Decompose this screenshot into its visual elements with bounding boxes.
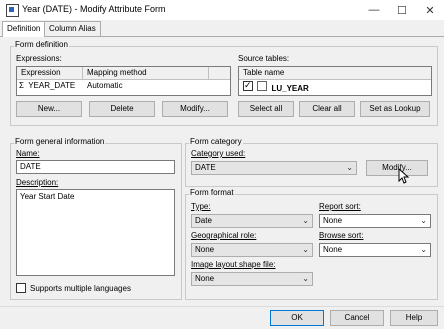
modify-expression-button[interactable]: Modify... <box>162 101 228 117</box>
form-definition-label: Form definition <box>14 40 69 49</box>
supports-multiple-languages[interactable]: Supports multiple languages <box>16 283 131 293</box>
browse-sort-value: None <box>323 245 343 254</box>
chevron-down-icon: ⌄ <box>420 245 427 254</box>
type-value: Date <box>195 216 212 225</box>
category-used-select[interactable]: DATE ⌄ <box>191 161 357 175</box>
supports-multiple-languages-checkbox[interactable] <box>16 283 26 293</box>
geo-role-select[interactable]: None ⌄ <box>191 243 313 257</box>
table-icon <box>257 81 268 91</box>
image-layout-select[interactable]: None ⌄ <box>191 272 313 286</box>
name-input[interactable]: DATE <box>16 160 175 174</box>
mapping-value: Automatic <box>87 81 123 90</box>
chevron-down-icon: ⌄ <box>420 216 427 225</box>
chevron-down-icon: ⌄ <box>302 274 309 283</box>
app-icon <box>6 4 19 17</box>
geo-role-label: Geographical role: <box>191 231 257 240</box>
mouse-cursor-icon <box>398 168 410 184</box>
column-header-table-name[interactable]: Table name <box>239 67 419 79</box>
clear-all-button[interactable]: Clear all <box>299 101 355 117</box>
modify-category-button[interactable]: Modify... <box>366 160 428 176</box>
name-label: Name: <box>16 149 40 158</box>
image-layout-label: Image layout shape file: <box>191 260 276 269</box>
select-all-button[interactable]: Select all <box>238 101 294 117</box>
type-select[interactable]: Date ⌄ <box>191 214 313 228</box>
report-sort-select[interactable]: None ⌄ <box>319 214 431 228</box>
maximize-button[interactable]: ☐ <box>388 0 416 20</box>
general-info-label: Form general information <box>14 137 106 146</box>
column-header-expression[interactable]: Expression <box>17 67 83 79</box>
chevron-down-icon: ⌄ <box>346 163 353 172</box>
help-button[interactable]: Help <box>390 310 438 326</box>
delete-button[interactable]: Delete <box>89 101 155 117</box>
cancel-button[interactable]: Cancel <box>330 310 384 326</box>
chevron-down-icon: ⌄ <box>302 245 309 254</box>
set-as-lookup-button[interactable]: Set as Lookup <box>360 101 430 117</box>
new-button[interactable]: New... <box>16 101 82 117</box>
source-tables-label: Source tables: <box>238 54 290 63</box>
column-header-mapping-method[interactable]: Mapping method <box>83 67 209 79</box>
sigma-icon: Σ <box>19 81 24 90</box>
table-name: LU_YEAR <box>271 84 309 93</box>
source-header: Table name <box>239 67 431 80</box>
expressions-header: Expression Mapping method <box>17 67 230 80</box>
expression-row[interactable]: Σ YEAR_DATE Automatic <box>19 80 219 92</box>
supports-multiple-languages-label: Supports multiple languages <box>30 283 131 293</box>
expressions-label: Expressions: <box>16 54 62 63</box>
window-title: Year (DATE) - Modify Attribute Form <box>22 4 166 14</box>
tab-definition[interactable]: Definition <box>2 21 46 37</box>
description-label: Description: <box>16 178 59 187</box>
minimize-button[interactable]: — <box>360 0 388 20</box>
chevron-down-icon: ⌄ <box>302 216 309 225</box>
browse-sort-select[interactable]: None ⌄ <box>319 243 431 257</box>
expressions-grid[interactable]: Expression Mapping method Σ YEAR_DATE Au… <box>16 66 231 96</box>
description-textarea[interactable]: Year Start Date <box>16 189 175 276</box>
browse-sort-label: Browse sort: <box>319 231 364 240</box>
table-checkbox[interactable] <box>243 79 253 91</box>
category-used-value: DATE <box>195 163 216 172</box>
form-category-label: Form category <box>189 137 243 146</box>
report-sort-value: None <box>323 216 343 225</box>
type-label: Type: <box>191 202 211 211</box>
ok-button[interactable]: OK <box>270 310 324 326</box>
tab-column-alias[interactable]: Column Alias <box>44 21 101 36</box>
report-sort-label: Report sort: <box>319 202 361 211</box>
form-format-label: Form format <box>189 188 235 197</box>
source-table-row[interactable]: LU_YEAR <box>243 79 423 93</box>
close-button[interactable]: ✕ <box>416 0 444 20</box>
source-tables-grid[interactable]: Table name LU_YEAR <box>238 66 432 96</box>
expression-value: YEAR_DATE <box>28 81 76 90</box>
image-layout-value: None <box>195 274 215 283</box>
category-used-label: Category used: <box>191 149 246 158</box>
geo-role-value: None <box>195 245 215 254</box>
